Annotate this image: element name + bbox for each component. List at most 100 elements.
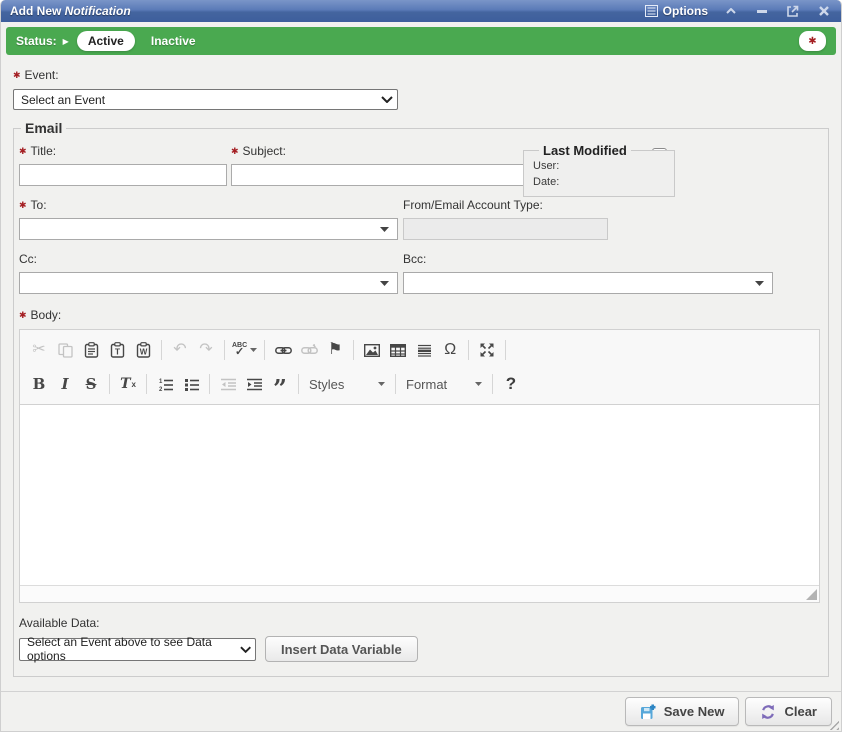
copy-icon[interactable] <box>52 337 78 363</box>
collapse-button[interactable] <box>723 3 739 19</box>
clear-label: Clear <box>784 704 817 719</box>
insert-data-variable-button[interactable]: Insert Data Variable <box>265 636 418 662</box>
minimize-button[interactable] <box>754 3 770 19</box>
available-data-select[interactable]: Select an Event above to see Data option… <box>19 638 256 661</box>
cut-icon[interactable]: ✂ <box>26 337 52 363</box>
table-icon[interactable] <box>385 337 411 363</box>
status-active-button[interactable]: Active <box>77 31 135 51</box>
spell-check-icon[interactable]: ABC ✓ <box>230 337 259 363</box>
event-label-text: Event: <box>25 68 59 82</box>
add-notification-dialog: Add New Notification Options <box>0 0 842 732</box>
dropdown-arrow-icon <box>755 281 764 286</box>
link-icon[interactable] <box>270 337 296 363</box>
dropdown-arrow-icon <box>250 348 257 352</box>
tx-x-glyph: x <box>131 380 135 389</box>
anchor-flag-icon[interactable]: ⚑ <box>322 337 348 363</box>
body-label: ✱ Body: <box>19 308 823 322</box>
status-arrow-icon: ▶ <box>63 37 69 46</box>
subject-label-text: Subject: <box>243 144 286 158</box>
unlink-icon[interactable] <box>296 337 322 363</box>
subject-input[interactable] <box>231 164 540 186</box>
required-icon: ✱ <box>19 200 27 211</box>
styles-dropdown[interactable]: Styles <box>304 372 390 396</box>
toolbar-separator <box>468 340 469 360</box>
last-modified-legend: Last Modified <box>539 143 631 158</box>
paste-plain-text-icon[interactable]: T <box>104 337 130 363</box>
last-modified-fieldset: Last Modified User: Date: <box>523 143 675 197</box>
status-inactive-button[interactable]: Inactive <box>151 34 196 48</box>
paste-from-word-icon[interactable]: W <box>130 337 156 363</box>
toolbar-separator <box>109 374 110 394</box>
required-icon: ✱ <box>19 146 27 157</box>
strikethrough-icon[interactable]: S <box>78 371 104 397</box>
title-bar: Add New Notification Options <box>1 0 841 22</box>
clear-refresh-icon <box>760 704 776 720</box>
bulleted-list-icon[interactable] <box>178 371 204 397</box>
numbered-list-icon[interactable]: 12 <box>152 371 178 397</box>
cc-label: Cc: <box>19 252 398 266</box>
to-combobox[interactable] <box>19 218 398 240</box>
title-input[interactable] <box>19 164 227 186</box>
paste-icon[interactable] <box>78 337 104 363</box>
format-dropdown[interactable]: Format <box>401 372 487 396</box>
redo-icon[interactable]: ↷ <box>193 337 219 363</box>
editor-toolbar: ✂ T W ↶ <box>20 330 819 405</box>
help-icon[interactable]: ? <box>498 371 524 397</box>
remove-format-icon[interactable]: Tx <box>115 371 141 397</box>
format-dropdown-label: Format <box>406 377 447 392</box>
dialog-title-prefix: Add New <box>10 4 65 18</box>
to-label-text: To: <box>31 198 47 212</box>
undo-icon[interactable]: ↶ <box>167 337 193 363</box>
available-data-label: Available Data: <box>19 616 823 630</box>
editor-content[interactable] <box>20 405 819 585</box>
svg-text:1: 1 <box>159 379 163 385</box>
required-icon: ✱ <box>231 146 239 157</box>
popout-button[interactable] <box>785 3 801 19</box>
special-character-icon[interactable]: Ω <box>437 337 463 363</box>
bold-icon[interactable]: B <box>26 371 52 397</box>
clear-button[interactable]: Clear <box>745 697 832 726</box>
last-modified-date-label: Date: <box>533 174 665 190</box>
cc-combobox[interactable] <box>19 272 398 294</box>
toolbar-separator <box>395 374 396 394</box>
dialog-title-emphasis: Notification <box>65 4 131 18</box>
editor-status-bar <box>20 585 819 602</box>
options-menu-button[interactable]: Options <box>645 4 708 18</box>
maximize-icon[interactable] <box>474 337 500 363</box>
svg-text:2: 2 <box>159 387 163 391</box>
status-label: Status: <box>16 34 57 48</box>
dropdown-arrow-icon <box>380 227 389 232</box>
footer-bar: Save New Clear <box>1 691 841 731</box>
horizontal-rule-icon[interactable] <box>411 337 437 363</box>
image-icon[interactable] <box>359 337 385 363</box>
event-label: ✱ Event: <box>13 68 398 82</box>
svg-text:W: W <box>139 348 147 357</box>
blockquote-icon[interactable]: ” <box>267 371 293 397</box>
for-escalation-field: For Escalation: Last Modified User: Date… <box>565 148 667 163</box>
event-select[interactable]: Select an Event <box>13 89 398 110</box>
dialog-title: Add New Notification <box>10 4 131 18</box>
italic-icon[interactable]: I <box>52 371 78 397</box>
toolbar-separator <box>146 374 147 394</box>
save-new-label: Save New <box>664 704 725 719</box>
close-button[interactable] <box>816 3 832 19</box>
dropdown-arrow-icon <box>475 382 482 386</box>
decrease-indent-icon[interactable] <box>215 371 241 397</box>
title-label-text: Title: <box>31 144 57 158</box>
bcc-combobox[interactable] <box>403 272 773 294</box>
event-select-value: Select an Event <box>21 93 105 107</box>
required-fields-button[interactable]: ✱ <box>799 31 826 51</box>
toolbar-separator <box>209 374 210 394</box>
toolbar-separator <box>353 340 354 360</box>
to-label: ✱ To: <box>19 198 398 212</box>
last-modified-user-label: User: <box>533 158 665 174</box>
increase-indent-icon[interactable] <box>241 371 267 397</box>
editor-resize-grip[interactable] <box>806 589 817 600</box>
available-data-field: Available Data: Select an Event above to… <box>19 616 823 662</box>
email-legend: Email <box>21 120 66 136</box>
save-new-button[interactable]: Save New <box>625 697 740 726</box>
body-rich-text-editor: ✂ T W ↶ <box>19 329 820 603</box>
save-icon <box>640 704 656 720</box>
event-block: ✱ Event: Select an Event <box>13 68 398 110</box>
toolbar-separator <box>161 340 162 360</box>
